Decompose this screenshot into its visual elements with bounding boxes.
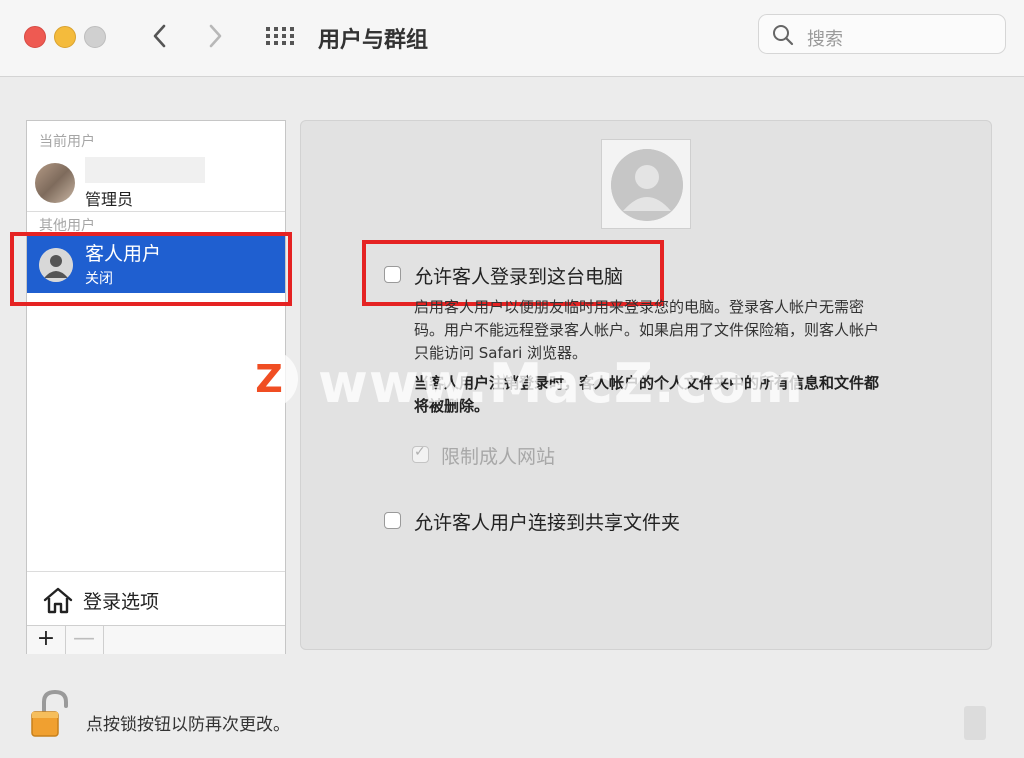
user-silhouette-icon xyxy=(611,149,683,221)
divider xyxy=(27,211,285,212)
zoom-window-button[interactable] xyxy=(84,26,106,48)
current-user-role: 管理员 xyxy=(85,190,134,209)
back-button[interactable] xyxy=(144,18,178,54)
redacted-user-name xyxy=(85,157,205,183)
watermark-logo-letter: Z xyxy=(255,357,283,401)
allow-shared-folders-label[interactable]: 允许客人用户连接到共享文件夹 xyxy=(414,508,680,535)
current-user-item[interactable]: 管理员 xyxy=(27,155,285,211)
lock-hint-text: 点按锁按钮以防再次更改。 xyxy=(86,715,290,735)
chevron-left-icon xyxy=(153,24,166,48)
search-field[interactable]: 搜索 xyxy=(758,14,1006,54)
help-button[interactable] xyxy=(964,706,986,740)
watermark-text: www.MacZ.com xyxy=(318,352,804,415)
lock-button[interactable] xyxy=(28,688,74,740)
remove-user-button[interactable]: — xyxy=(65,626,104,654)
add-user-button[interactable]: + xyxy=(27,626,66,654)
sidebar-footer: + — xyxy=(27,625,285,654)
close-window-button[interactable] xyxy=(24,26,46,48)
guest-description-line-1: 启用客人用户以便朋友临时用来登录您的电脑。登录客人帐户无需密 xyxy=(414,298,865,316)
show-all-button[interactable] xyxy=(262,22,298,50)
login-options-item[interactable]: 登录选项 xyxy=(27,571,285,626)
restrict-adult-sites-label: 限制成人网站 xyxy=(441,446,556,468)
minimize-window-button[interactable] xyxy=(54,26,76,48)
grid-icon xyxy=(266,27,294,45)
avatar xyxy=(35,163,75,203)
window-title: 用户与群组 xyxy=(318,28,429,53)
guest-description-line-2: 码。用户不能远程登录客人帐户。如果启用了文件保险箱，则客人帐户 xyxy=(414,321,880,339)
chevron-right-icon xyxy=(209,24,222,48)
search-icon xyxy=(773,25,794,46)
allow-shared-folders-checkbox[interactable] xyxy=(384,512,401,529)
guest-highlight-box xyxy=(10,232,292,306)
search-placeholder: 搜索 xyxy=(807,29,843,50)
unlocked-padlock-icon xyxy=(31,689,68,737)
forward-button[interactable] xyxy=(198,18,232,54)
watermark-logo: Z xyxy=(240,350,298,408)
guest-picture[interactable] xyxy=(601,139,691,229)
house-icon xyxy=(43,587,73,614)
current-users-header: 当前用户 xyxy=(39,134,95,150)
title-bar: 用户与群组 搜索 xyxy=(0,0,1024,77)
restrict-adult-sites-checkbox[interactable] xyxy=(412,444,429,463)
login-options-label: 登录选项 xyxy=(83,591,160,613)
